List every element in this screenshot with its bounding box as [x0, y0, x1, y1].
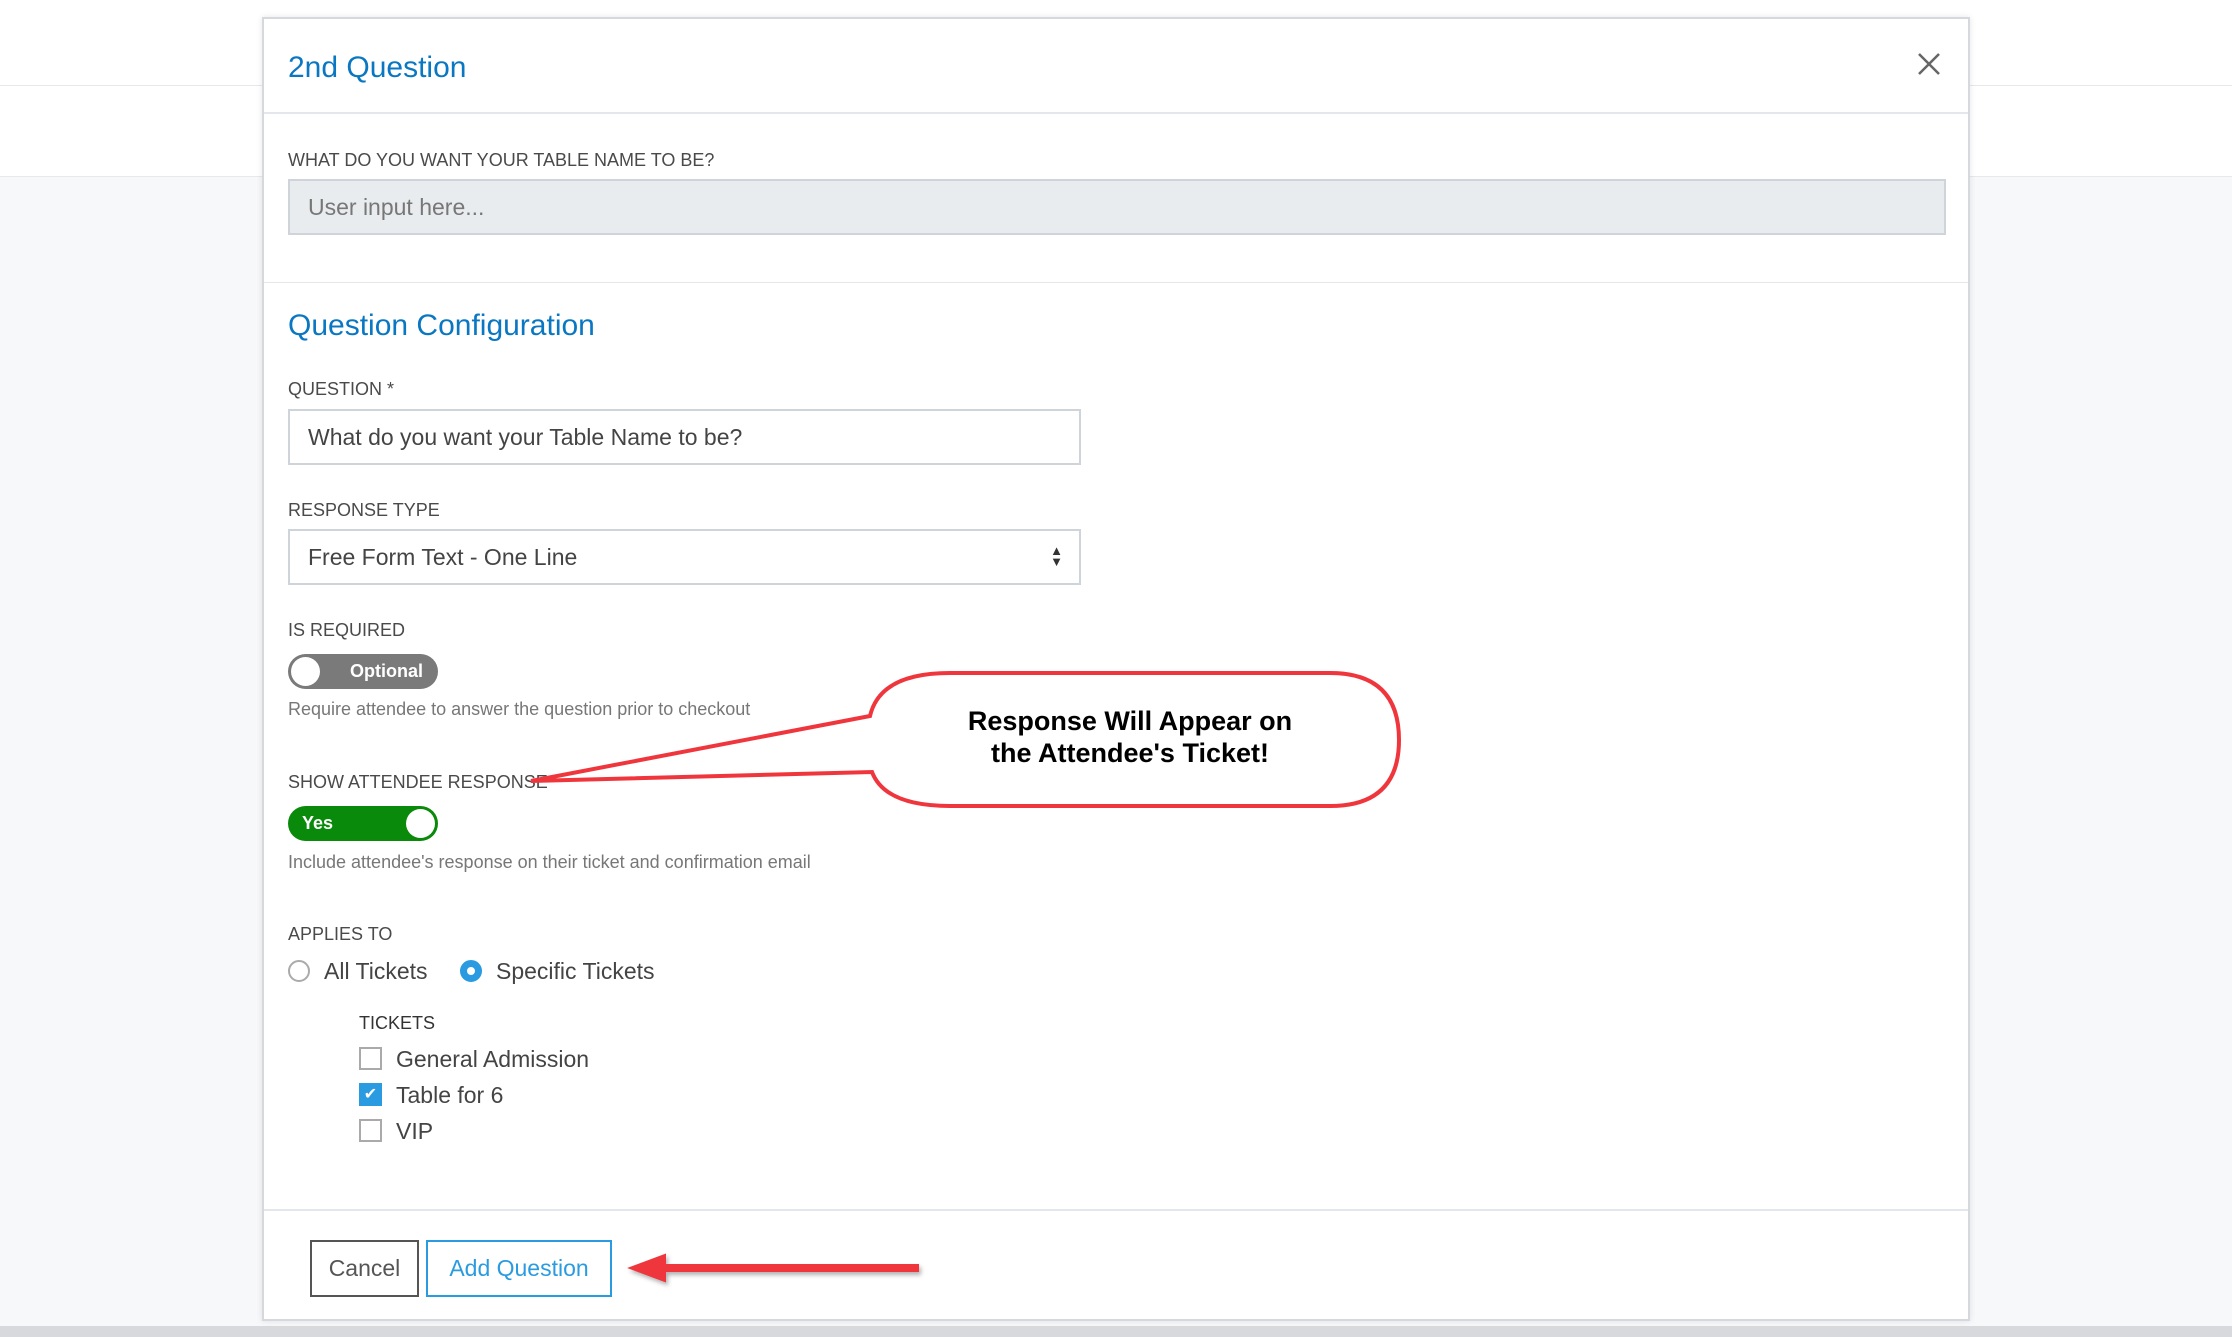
callout-line-2: the Attendee's Ticket! — [991, 738, 1269, 768]
annotation-layer — [530, 671, 1402, 1283]
callout-line-1: Response Will Appear on — [967, 706, 1293, 736]
arrow-icon — [627, 1253, 919, 1283]
callout-text: Response Will Appear on the Attendee's T… — [900, 705, 1360, 769]
